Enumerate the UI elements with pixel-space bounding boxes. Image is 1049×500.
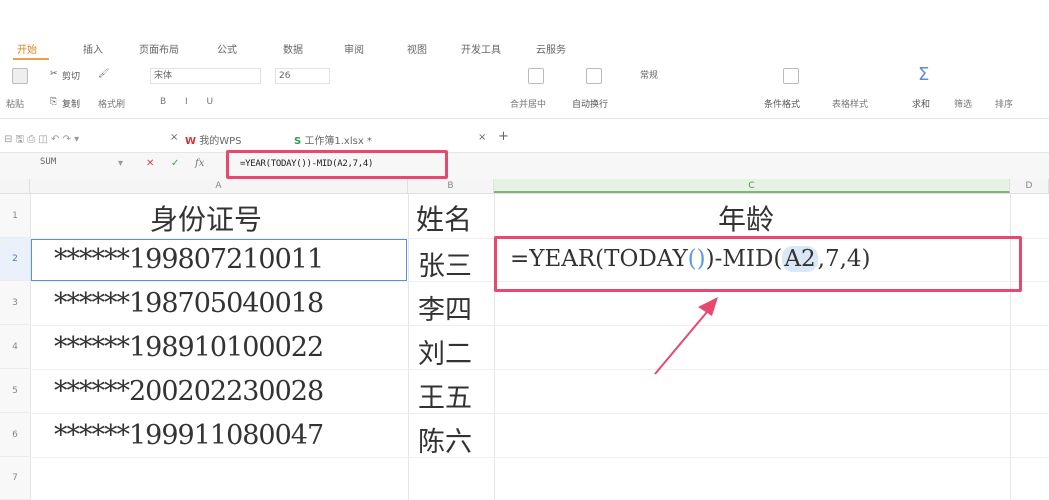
merge-icon[interactable] bbox=[528, 68, 544, 84]
workbook-tab[interactable]: S 工作簿1.xlsx * bbox=[294, 132, 372, 147]
column-header-row: A B C D bbox=[0, 179, 1049, 194]
id-cell[interactable]: ******198705040018 bbox=[54, 288, 324, 319]
tab-page-layout[interactable]: 页面布局 bbox=[139, 41, 179, 56]
cut-button[interactable]: 剪切 bbox=[62, 69, 80, 82]
name-cell[interactable]: 李四 bbox=[418, 288, 472, 327]
conditional-format-button[interactable]: 条件格式 bbox=[764, 97, 800, 110]
table-style-button[interactable]: 表格样式 bbox=[832, 97, 868, 110]
new-tab-button[interactable]: + bbox=[498, 129, 509, 144]
brush-icon[interactable]: 🖌 bbox=[98, 69, 109, 79]
font-style-buttons[interactable]: B I U bbox=[160, 97, 221, 107]
tab-review[interactable]: 审阅 bbox=[344, 41, 364, 56]
id-cell[interactable]: ******199911080047 bbox=[54, 420, 324, 451]
wrap-text-button[interactable]: 自动换行 bbox=[572, 97, 608, 110]
row-header-1[interactable]: 1 bbox=[0, 194, 30, 238]
wrap-icon[interactable] bbox=[586, 68, 602, 84]
grid-line bbox=[30, 325, 1049, 326]
paste-button[interactable]: 粘贴 bbox=[6, 97, 24, 110]
copy-icon[interactable]: ⎘ bbox=[50, 97, 57, 107]
quick-access-icons[interactable]: ⊟ 🖫 ⎙ ◫ ↶ ↷ ▾ bbox=[4, 132, 79, 149]
format-painter-button[interactable]: 格式刷 bbox=[98, 97, 125, 110]
row-header-7[interactable]: 7 bbox=[0, 457, 30, 500]
column-header-a[interactable]: A bbox=[30, 179, 408, 193]
filter-button[interactable]: 筛选 bbox=[954, 97, 972, 110]
row-header-5[interactable]: 5 bbox=[0, 369, 30, 413]
tab-formulas[interactable]: 公式 bbox=[217, 41, 237, 56]
ribbon-toolbar: 粘贴 ✂ 剪切 ⎘ 复制 🖌 格式刷 宋体 26 B I U 合并居中 自动换行… bbox=[0, 62, 1049, 119]
name-box[interactable]: SUM bbox=[40, 157, 56, 167]
wps-logo-icon: W bbox=[185, 136, 197, 147]
column-header-b[interactable]: B bbox=[408, 179, 494, 193]
name-cell[interactable]: 王五 bbox=[418, 376, 472, 415]
active-tab-indicator bbox=[13, 58, 49, 60]
row-header-3[interactable]: 3 bbox=[0, 281, 30, 325]
tab-cloud[interactable]: 云服务 bbox=[536, 41, 566, 56]
formula-bar: SUM ▾ ✕ ✓ fx =YEAR(TODAY())-MID(A2,7,4) bbox=[0, 152, 1049, 180]
ribbon-tab-bar: 开始 插入 页面布局 公式 数据 审阅 视图 开发工具 云服务 bbox=[0, 38, 1049, 60]
quick-access-bar: ⊟ 🖫 ⎙ ◫ ↶ ↷ ▾ W 我的WPS × S 工作簿1.xlsx * × … bbox=[0, 129, 1049, 149]
font-size-select[interactable]: 26 bbox=[275, 68, 330, 84]
tab-developer[interactable]: 开发工具 bbox=[461, 41, 501, 56]
cancel-icon[interactable]: ✕ bbox=[146, 158, 154, 169]
id-cell[interactable]: ******200202230028 bbox=[54, 376, 324, 407]
row-header-6[interactable]: 6 bbox=[0, 413, 30, 457]
name-cell[interactable]: 张三 bbox=[418, 244, 472, 283]
header-name-cell[interactable]: 姓名 bbox=[416, 198, 472, 238]
tab-home[interactable]: 开始 bbox=[17, 41, 37, 56]
id-cell[interactable]: ******198910100022 bbox=[54, 332, 324, 363]
column-header-c[interactable]: C bbox=[494, 179, 1010, 193]
sum-icon[interactable]: Σ bbox=[918, 64, 929, 85]
header-age-cell[interactable]: 年龄 bbox=[718, 198, 774, 238]
row-header-2[interactable]: 2 bbox=[0, 238, 30, 281]
row-header-4[interactable]: 4 bbox=[0, 325, 30, 369]
grid-line bbox=[30, 457, 1049, 458]
confirm-icon[interactable]: ✓ bbox=[171, 158, 179, 169]
scissors-icon[interactable]: ✂ bbox=[50, 69, 58, 79]
name-cell[interactable]: 陈六 bbox=[418, 420, 472, 459]
tab-view[interactable]: 视图 bbox=[407, 41, 427, 56]
close-icon[interactable]: × bbox=[170, 132, 178, 143]
formula-cell-highlight bbox=[494, 236, 1022, 292]
chevron-down-icon[interactable]: ▾ bbox=[118, 158, 123, 169]
column-header-d[interactable]: D bbox=[1010, 179, 1049, 193]
fx-icon[interactable]: fx bbox=[195, 158, 204, 169]
select-all-corner[interactable] bbox=[0, 179, 30, 193]
spreadsheet-icon: S bbox=[294, 136, 302, 147]
paste-icon[interactable] bbox=[12, 68, 28, 84]
conditional-format-icon[interactable] bbox=[783, 68, 799, 84]
sum-button[interactable]: 求和 bbox=[912, 97, 930, 110]
font-name-select[interactable]: 宋体 bbox=[150, 68, 261, 84]
formula-bar-highlight bbox=[226, 150, 448, 179]
grid-line bbox=[30, 369, 1049, 370]
grid-line bbox=[408, 194, 409, 500]
close-tab-icon[interactable]: × bbox=[478, 132, 486, 143]
merge-center-button[interactable]: 合并居中 bbox=[510, 97, 546, 110]
tab-insert[interactable]: 插入 bbox=[83, 41, 103, 56]
name-cell[interactable]: 刘二 bbox=[418, 332, 472, 371]
my-wps-tab[interactable]: W 我的WPS bbox=[185, 132, 241, 147]
sort-button[interactable]: 排序 bbox=[995, 97, 1013, 110]
referenced-cell-a2 bbox=[31, 239, 407, 281]
header-id-cell[interactable]: 身份证号 bbox=[150, 198, 262, 238]
grid-line bbox=[30, 413, 1049, 414]
number-format-select[interactable]: 常规 bbox=[636, 68, 749, 84]
copy-button[interactable]: 复制 bbox=[62, 97, 80, 110]
tab-data[interactable]: 数据 bbox=[283, 41, 303, 56]
